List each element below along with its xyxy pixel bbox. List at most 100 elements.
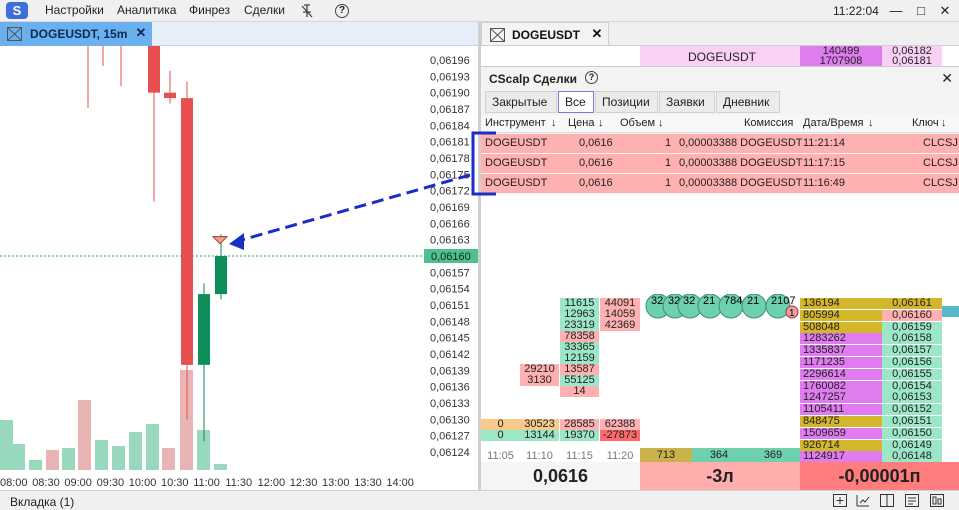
cluster-cell[interactable]: 11615 <box>560 298 599 309</box>
cluster-cell[interactable]: 14059 <box>600 309 640 320</box>
book-price[interactable]: 0,06182 <box>882 46 942 56</box>
cluster-cell[interactable]: 30523 <box>520 419 559 430</box>
book-volume[interactable]: 136194 <box>800 298 882 309</box>
app-logo[interactable]: S <box>6 2 28 19</box>
cluster-cell[interactable]: 3130 <box>520 375 559 386</box>
cluster-cell[interactable]: 78358 <box>560 331 599 342</box>
cluster-cell[interactable]: 19370 <box>560 430 599 441</box>
cluster-cell[interactable]: -27873 <box>600 430 640 441</box>
sort-arrow-icon[interactable]: ↓ <box>658 117 664 129</box>
cluster-cell[interactable]: 55125 <box>560 375 599 386</box>
tab-chart-dogeusdt[interactable]: DOGEUSDT, 15m ✕ <box>0 22 152 46</box>
book-price[interactable]: 0,06155 <box>882 368 942 380</box>
cluster-cell[interactable]: 14 <box>560 386 599 397</box>
col-key[interactable]: Ключ <box>912 117 939 129</box>
book-volume[interactable]: 805994 <box>800 309 882 321</box>
tab-orders[interactable]: Заявки <box>659 91 715 113</box>
book-volume[interactable]: 1171235 <box>800 357 882 368</box>
table-row[interactable]: DOGEUSDT 0,0616 1 0,00003388 DOGEUSDT 11… <box>481 134 959 154</box>
tab-all[interactable]: Все <box>558 91 594 113</box>
book-volume[interactable]: 1335837 <box>800 345 882 357</box>
add-window-icon[interactable] <box>833 494 847 507</box>
dialog-help-icon[interactable]: ? <box>585 71 598 84</box>
col-volume[interactable]: Объем <box>620 117 655 129</box>
table-row[interactable]: DOGEUSDT 0,0616 1 0,00003388 DOGEUSDT 11… <box>481 174 959 194</box>
tab-chart-close-icon[interactable]: ✕ <box>134 26 148 41</box>
col-price[interactable]: Цена <box>568 117 594 129</box>
book-price[interactable]: 0,06151 <box>882 416 942 427</box>
cluster-cell[interactable]: 12159 <box>560 353 599 364</box>
cell-commission: 0,00003388 DOGEUSDT <box>679 177 803 189</box>
book-volume[interactable]: 926714 <box>800 439 882 451</box>
cluster-cell[interactable]: 12963 <box>560 309 599 320</box>
book-volume[interactable]: 1707908 <box>800 56 882 66</box>
sort-arrow-icon[interactable]: ↓ <box>551 117 557 129</box>
help-icon[interactable]: ? <box>335 4 349 18</box>
book-volume[interactable]: 1124917 <box>800 451 882 463</box>
book-volume[interactable]: 1247257 <box>800 392 882 404</box>
cluster-cell[interactable]: 0 <box>481 430 520 441</box>
book-volume[interactable]: 508048 <box>800 321 882 333</box>
book-price[interactable]: 0,06157 <box>882 345 942 357</box>
book-price[interactable]: 0,06148 <box>882 451 942 463</box>
book-volume[interactable]: 140499 <box>800 46 882 56</box>
book-price[interactable]: 0,06159 <box>882 321 942 333</box>
table-row[interactable]: DOGEUSDT 0,0616 1 0,00003388 DOGEUSDT 11… <box>481 154 959 174</box>
cluster-cell[interactable]: 13144 <box>520 430 559 441</box>
col-instrument[interactable]: Инструмент <box>485 117 546 129</box>
cluster-cell[interactable]: 44091 <box>600 298 640 309</box>
book-volume[interactable]: 848475 <box>800 416 882 427</box>
book-price[interactable]: 0,06150 <box>882 427 942 439</box>
cluster-cell[interactable]: 62388 <box>600 419 640 430</box>
book-volume[interactable]: 2296614 <box>800 368 882 380</box>
cluster-cell[interactable]: 28585 <box>560 419 599 430</box>
book-price[interactable]: 0,06156 <box>882 357 942 368</box>
book-price[interactable]: 0,06181 <box>882 56 942 66</box>
tab-scalper-close-icon[interactable]: ✕ <box>590 27 604 42</box>
tab-journal[interactable]: Дневник <box>716 91 780 113</box>
cluster-cell[interactable]: 23319 <box>560 320 599 331</box>
cluster-cell[interactable]: 13587 <box>560 364 599 375</box>
cluster-cell[interactable]: 42369 <box>600 320 640 331</box>
add-chart-icon[interactable] <box>856 494 870 507</box>
col-commission[interactable]: Комиссия <box>744 117 793 129</box>
book-volume[interactable]: 1509659 <box>800 427 882 439</box>
book-price[interactable]: 0,06149 <box>882 439 942 451</box>
workspace-tab-label[interactable]: Вкладка (1) <box>10 495 74 509</box>
cluster-cell[interactable]: 0 <box>481 419 520 430</box>
book-volume[interactable]: 1105411 <box>800 404 882 416</box>
menu-analytics[interactable]: Аналитика <box>117 3 176 17</box>
book-price[interactable]: 0,06158 <box>882 333 942 345</box>
cluster-cell[interactable]: 29210 <box>520 364 559 375</box>
menu-settings[interactable]: Настройки <box>45 3 104 17</box>
sort-arrow-icon[interactable]: ↓ <box>868 117 874 129</box>
book-price[interactable]: 0,06152 <box>882 404 942 416</box>
tab-positions[interactable]: Позиции <box>595 91 658 113</box>
book-price[interactable]: 0,06161 <box>882 298 942 309</box>
dialog-close-icon[interactable]: ✕ <box>941 70 953 87</box>
menu-finrez[interactable]: Финрез <box>189 3 230 17</box>
pin-off-icon[interactable] <box>300 4 314 18</box>
maximize-icon[interactable]: □ <box>911 1 931 21</box>
add-tape-icon[interactable] <box>905 494 919 507</box>
tab-closed[interactable]: Закрытые <box>485 91 557 113</box>
book-volume[interactable]: 1760082 <box>800 380 882 392</box>
book-volume[interactable]: 1283262 <box>800 333 882 345</box>
position-display-box: -3л <box>640 462 800 490</box>
close-icon[interactable]: ✕ <box>935 1 955 21</box>
window-layout-icon[interactable] <box>880 494 894 507</box>
sort-arrow-icon[interactable]: ↓ <box>941 117 947 129</box>
chart-canvas[interactable]: 0,06196 0,06193 0,06190 0,06187 0,06184 0,061… <box>0 46 478 490</box>
menu-trades[interactable]: Сделки <box>244 3 285 17</box>
sort-arrow-icon[interactable]: ↓ <box>598 117 604 129</box>
col-datetime[interactable]: Дата/Время <box>803 117 864 129</box>
candlestick-chart[interactable]: 0,06196 0,06193 0,06190 0,06187 0,06184 0,061… <box>0 46 478 490</box>
cluster-cell[interactable]: 33365 <box>560 342 599 353</box>
book-price[interactable]: 0,06160 <box>882 309 942 321</box>
cell-key: CLCSJ <box>923 157 958 169</box>
book-price[interactable]: 0,06153 <box>882 392 942 404</box>
minimize-icon[interactable]: — <box>886 1 906 21</box>
add-book-icon[interactable] <box>930 494 944 507</box>
tab-scalper-dogeusdt[interactable]: DOGEUSDT ✕ <box>481 22 609 46</box>
book-price[interactable]: 0,06154 <box>882 380 942 392</box>
